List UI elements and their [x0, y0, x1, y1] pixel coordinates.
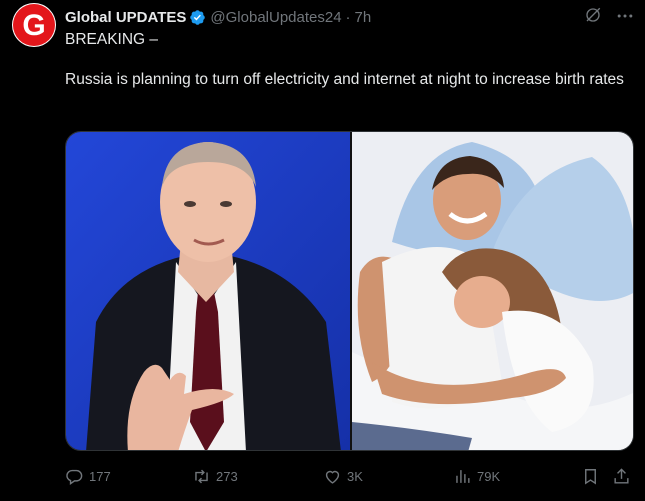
tweet-header: Global UPDATES @GlobalUpdates24 · 7h: [65, 7, 371, 27]
tweet-text-body: Russia is planning to turn off electrici…: [65, 71, 624, 88]
bookmark-icon: [585, 468, 596, 485]
reply-button[interactable]: 177: [65, 464, 111, 488]
verified-badge-icon: [190, 9, 206, 25]
views-button[interactable]: 79K: [453, 464, 500, 488]
bookmark-button[interactable]: [581, 464, 600, 488]
separator-dot: ·: [345, 8, 351, 26]
author-handle[interactable]: @GlobalUpdates24: [210, 9, 341, 26]
views-icon: [456, 469, 470, 483]
avatar-letter: G: [22, 9, 46, 42]
view-count: 79K: [477, 468, 501, 484]
heart-icon: [325, 470, 340, 484]
share-button[interactable]: [612, 464, 631, 488]
media-image-right[interactable]: [352, 132, 633, 450]
media-grid[interactable]: [65, 131, 634, 451]
like-count: 3K: [347, 468, 363, 484]
action-bar: 177 273 3K 79K: [65, 464, 635, 488]
media-image-left[interactable]: [66, 132, 350, 450]
avatar[interactable]: G: [12, 3, 56, 47]
like-button[interactable]: 3K: [323, 464, 363, 488]
photo-man-in-suit-icon: [66, 132, 350, 450]
repost-count: 273: [216, 468, 238, 484]
repost-button[interactable]: 273: [192, 464, 238, 488]
grok-icon[interactable]: [584, 6, 602, 24]
timestamp[interactable]: 7h: [355, 9, 372, 26]
reply-icon: [66, 469, 83, 485]
tweet-text: BREAKING – Russia is planning to turn of…: [65, 30, 625, 90]
photo-couple-in-bed-icon: [352, 132, 633, 450]
share-icon: [614, 467, 629, 484]
reply-count: 177: [89, 468, 111, 484]
display-name[interactable]: Global UPDATES: [65, 9, 186, 26]
tweet[interactable]: G Global UPDATES @GlobalUpdates24 · 7h B…: [0, 0, 645, 501]
more-options-icon[interactable]: [615, 6, 635, 26]
repost-icon: [195, 469, 208, 483]
tweet-text-headline: BREAKING –: [65, 31, 159, 48]
